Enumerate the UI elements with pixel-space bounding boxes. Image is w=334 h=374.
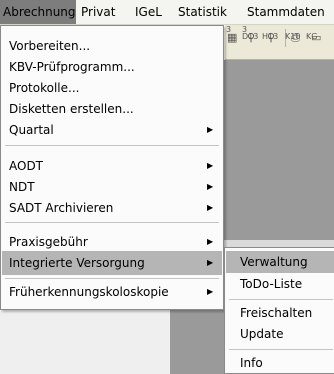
menu-item-quartal[interactable]: Quartal ▶ (2, 118, 222, 142)
menu-item-frueherkennungskoloskopie[interactable]: Früherkennungskoloskopie ▶ (2, 280, 222, 304)
menu-stammdaten-label: Stammdaten (247, 5, 325, 19)
menu-item-integrierte-versorgung[interactable]: Integrierte Versorgung ▶ (2, 251, 222, 275)
toolbar-code-h13[interactable]: H13 (262, 32, 278, 41)
submenu-item-update[interactable]: Update (226, 323, 334, 345)
submenu-arrow-icon: ▶ (207, 287, 214, 296)
menu-stammdaten[interactable]: Stammdaten (247, 0, 325, 24)
menu-item-label: Integrierte Versorgung (9, 256, 145, 270)
menu-privat-label: Privat (81, 5, 116, 19)
menu-abrechnung-label: Abrechnung (3, 5, 76, 19)
submenu-item-label: Verwaltung (240, 255, 308, 269)
menu-privat[interactable]: Privat (81, 0, 115, 24)
submenu-arrow-icon: ▶ (207, 125, 214, 134)
menu-item-sadt-archivieren[interactable]: SADT Archivieren ▶ (2, 196, 222, 220)
status-area (0, 310, 170, 374)
menu-statistik[interactable]: Statistik (178, 0, 227, 24)
submenu-item-freischalten[interactable]: Freischalten (226, 302, 334, 324)
submenu-arrow-icon: ▶ (207, 203, 214, 212)
submenu-item-info[interactable]: Info (226, 352, 334, 374)
submenu-item-label: Update (240, 327, 284, 341)
submenu-arrow-icon: ▶ (207, 258, 214, 267)
toolbar-code-d13[interactable]: D13 (242, 32, 258, 41)
menu-igel[interactable]: IGeL (135, 0, 162, 24)
submenu-separator (229, 299, 333, 300)
menu-item-label: SADT Archivieren (9, 201, 114, 215)
submenu-item-label: Info (240, 356, 263, 370)
menu-item-label: Früherkennungskoloskopie (9, 285, 169, 299)
menu-igel-label: IGeL (135, 5, 162, 19)
menubar: Abrechnung Privat IGeL Statistik Stammda… (0, 0, 334, 25)
toolbar-code-top-1: 3 (226, 25, 232, 34)
submenu-item-label: ToDo-Liste (240, 277, 303, 291)
submenu-separator (229, 349, 333, 350)
menu-statistik-label: Statistik (178, 5, 227, 19)
menu-separator (5, 145, 219, 146)
toolbar-code-k10[interactable]: K10 (285, 32, 300, 41)
toolbar-code-kg[interactable]: KG (306, 32, 317, 41)
menu-abrechnung[interactable]: Abrechnung (0, 0, 76, 24)
menu-separator (5, 222, 219, 223)
submenu-item-todo-liste[interactable]: ToDo-Liste (226, 273, 334, 295)
submenu-item-label: Freischalten (240, 306, 313, 320)
submenu-item-verwaltung[interactable]: Verwaltung (226, 251, 334, 273)
menu-item-label: Quartal (9, 123, 54, 137)
integrierte-versorgung-submenu: Verwaltung ToDo-Liste Freischalten Updat… (224, 247, 334, 374)
menu-separator (5, 278, 219, 279)
abrechnung-menu: Vorbereiten... KBV-Prüfprogramm... Proto… (0, 25, 224, 310)
